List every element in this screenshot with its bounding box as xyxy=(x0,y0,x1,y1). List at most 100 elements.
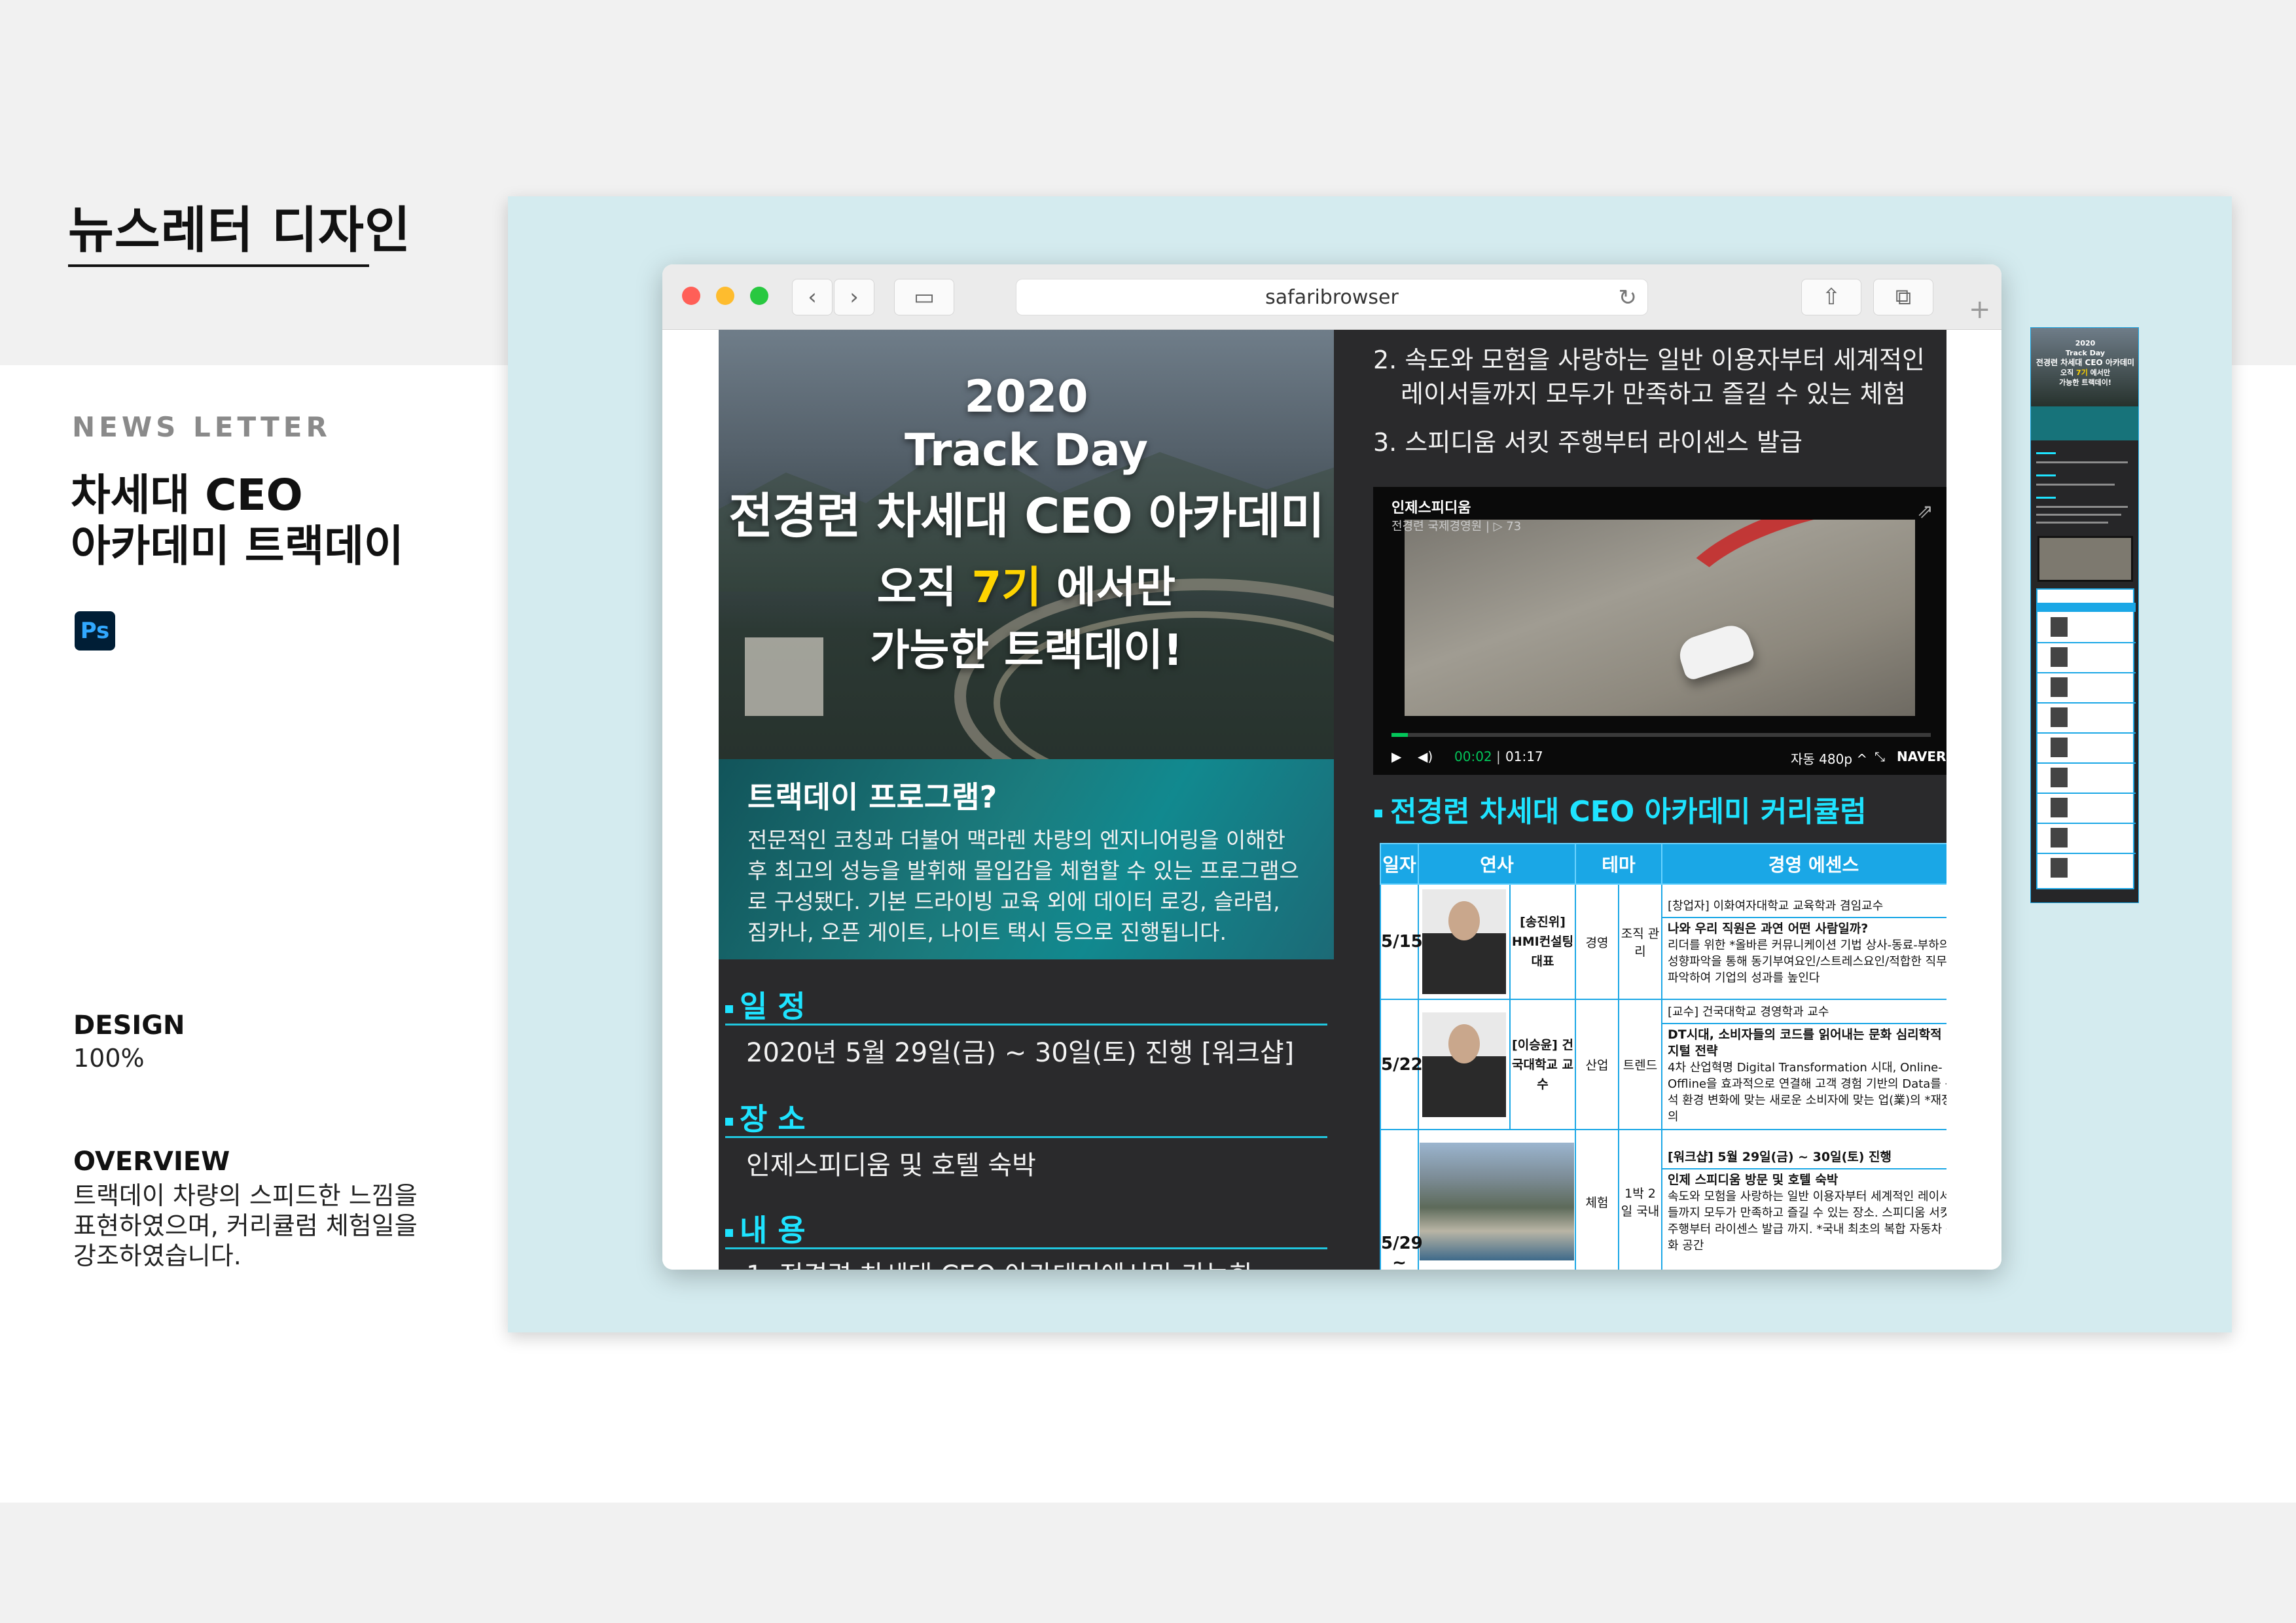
video-channel: 인제스피디움 xyxy=(1391,500,1471,516)
content-text: 1. 전경련 차세대 CEO 아카데미에서만 가능한 xyxy=(746,1254,1253,1270)
thumb-photo xyxy=(2051,858,2068,878)
hero-banner: 2020 Track Day 전경련 차세대 CEO 아카데미 오직 7기 에서… xyxy=(719,330,1334,759)
thumb-rule xyxy=(2036,474,2056,476)
row-description: [교수] 건국대학교 경영학과 교수 DT시대, 소비자들의 코드를 읽어내는 … xyxy=(1661,999,1946,1130)
schedule-heading: 일 정 xyxy=(725,983,806,1026)
header-essence: 경영 에센스 xyxy=(1661,843,1946,885)
fullscreen-icon[interactable]: ⤡ xyxy=(1874,749,1885,764)
schedule-rule xyxy=(725,1024,1327,1026)
thumb-row xyxy=(2037,762,2136,764)
row-topic: 1박 2일 국내 xyxy=(1618,1129,1662,1270)
row-desc-head: [창업자] 이화여자대학교 교육학과 겸임교수 xyxy=(1668,899,1884,913)
content-item-2-cont: 레이서들까지 모두가 만족하고 즐길 수 있는 체험 xyxy=(1401,380,1906,408)
row-topic: 조직 관리 xyxy=(1618,883,1662,1000)
page-heading: 뉴스레터 디자인 xyxy=(68,201,411,259)
newsletter: 2020 Track Day 전경련 차세대 CEO 아카데미 오직 7기 에서… xyxy=(719,330,1946,1270)
volume-icon[interactable]: ◀) xyxy=(1418,749,1433,764)
video-current-time: 00:02 xyxy=(1454,749,1492,764)
thumb-rule xyxy=(2036,506,2128,508)
heading-underline xyxy=(68,264,369,267)
content-rule xyxy=(725,1247,1327,1249)
chevron-left-icon: ‹ xyxy=(808,284,817,310)
venue-text: 인제스피디움 및 호텔 숙박 xyxy=(746,1150,1036,1181)
thumb-sub-accent: 7기 xyxy=(2076,368,2088,377)
close-window-button[interactable] xyxy=(682,287,700,305)
row-theme: 경영 xyxy=(1575,883,1619,1000)
thumb-title: 전경련 차세대 CEO 아카데미 xyxy=(2036,358,2135,367)
video-progress-bar[interactable] xyxy=(1391,733,1931,737)
video-frame[interactable] xyxy=(1405,520,1915,716)
quality-selector[interactable]: 자동 480p ^ xyxy=(1791,749,1867,768)
share-button[interactable]: ⇧ xyxy=(1801,279,1861,315)
venue-photo xyxy=(1418,1129,1576,1270)
reload-icon[interactable]: ↻ xyxy=(1619,285,1638,311)
content-item-2: 2. 속도와 모험을 사랑하는 일반 이용자부터 세계적인 xyxy=(1373,346,1925,374)
video-controls: ▶ ◀) 00:02 | 01:17 자동 480p ^ ⤡ NAVER xyxy=(1391,749,1946,768)
thumb-row xyxy=(2037,702,2136,704)
chevron-right-icon: › xyxy=(850,284,859,310)
thumb-sub-suffix: 에서만 xyxy=(2087,368,2111,377)
program-section: 트랙데이 프로그램? 전문적인 코칭과 더불어 맥라렌 차량의 엔지니어링을 이… xyxy=(719,759,1334,959)
thumb-row xyxy=(2037,853,2136,854)
thumb-year: 2020 xyxy=(2075,339,2096,348)
new-tab-button[interactable]: + xyxy=(1969,294,1991,325)
speaker-photo-image xyxy=(1422,1012,1506,1117)
project-title-line2: 아카데미 트랙데이 xyxy=(71,521,404,571)
content-item-3: 3. 스피디움 서킷 주행부터 라이센스 발급 xyxy=(1373,428,1803,457)
row-speaker: [이승윤] 건국대학교 교수 xyxy=(1509,999,1576,1130)
thumb-photo xyxy=(2051,677,2068,697)
curriculum-heading: 전경련 차세대 CEO 아카데미 커리큘럼 xyxy=(1374,788,1867,830)
header-speaker: 연사 xyxy=(1418,843,1576,885)
row-topic: 트렌드 xyxy=(1618,999,1662,1130)
row-description: [워크샵] 5월 29일(금) ~ 30일(토) 진행 인제 스피디움 방문 및… xyxy=(1661,1129,1946,1270)
row-speaker: [송진위] HMI컨설팅 대표 xyxy=(1509,883,1576,1000)
browser-toolbar: ‹ › ▭ safaribrowser ↻ ⇧ ⧉ + xyxy=(662,264,2001,330)
table-row: 5/29 ~ 체험 1박 2일 국내 [워크샵] 5월 29일(금) ~ 30일… xyxy=(1380,1129,1946,1270)
sidebar-button[interactable]: ▭ xyxy=(894,279,954,315)
tabs-icon: ⧉ xyxy=(1895,284,1912,310)
schedule-text: 2020년 5월 29일(금) ~ 30일(토) 진행 [워크샵] xyxy=(746,1038,1295,1068)
share-icon: ⇧ xyxy=(1821,284,1841,310)
design-label: DESIGN xyxy=(73,1010,185,1041)
thumb-photo xyxy=(2051,647,2068,667)
back-button[interactable]: ‹ xyxy=(792,279,833,315)
row-desc-body: 속도와 모험을 사랑하는 일반 이용자부터 세계적인 레이서들까지 모두가 만족… xyxy=(1668,1190,1946,1253)
video-progress-fill xyxy=(1391,733,1408,737)
program-title: 트랙데이 프로그램? xyxy=(747,779,997,815)
address-bar[interactable]: safaribrowser ↻ xyxy=(1016,279,1648,315)
browser-viewport[interactable]: 2020 Track Day 전경련 차세대 CEO 아카데미 오직 7기 에서… xyxy=(662,330,2001,1270)
forward-button[interactable]: › xyxy=(834,279,874,315)
maximize-window-button[interactable] xyxy=(750,287,768,305)
thumb-table xyxy=(2036,588,2136,889)
thumb-video xyxy=(2037,536,2133,582)
venue-rule xyxy=(725,1136,1327,1138)
share-icon[interactable]: ⇗ xyxy=(1917,500,1933,523)
content-heading: 내 용 xyxy=(725,1207,806,1250)
tabs-button[interactable]: ⧉ xyxy=(1873,279,1933,315)
row-date: 5/15 xyxy=(1380,883,1423,1000)
row-description: [창업자] 이화여자대학교 교육학과 겸임교수 나와 우리 직원은 과연 어떤 … xyxy=(1661,883,1946,1000)
row-theme: 산업 xyxy=(1575,999,1619,1130)
table-row: 5/15 [송진위] HMI컨설팅 대표 경영 조직 관리 [창업자] 이화여자… xyxy=(1380,883,1946,1000)
video-player[interactable]: 인제스피디움 전경련 국제경영원 | ▷ 73 ⇗ ▶ ◀) 00:02 | 0… xyxy=(1373,487,1946,775)
thumb-sub-prefix: 오직 xyxy=(2060,368,2077,377)
play-icon[interactable]: ▶ xyxy=(1391,749,1401,764)
thumb-photo xyxy=(2051,738,2068,757)
thumb-rule xyxy=(2036,452,2056,454)
thumb-photo xyxy=(2051,617,2068,637)
header-date: 일자 xyxy=(1380,843,1419,885)
row-date: 5/22 xyxy=(1380,999,1423,1130)
newsletter-thumbnail: 2020 Track Day 전경련 차세대 CEO 아카데미 오직 7기 에서… xyxy=(2030,327,2139,903)
content-list: 2. 속도와 모험을 사랑하는 일반 이용자부터 세계적인 레이서들까지 모두가… xyxy=(1373,343,1936,459)
row-desc-title: 인제 스피디움 방문 및 호텔 숙박 xyxy=(1668,1173,1839,1187)
thumb-photo xyxy=(2051,828,2068,847)
eyebrow-label: NEWS LETTER xyxy=(72,411,331,443)
preview-stage: ‹ › ▭ safaribrowser ↻ ⇧ ⧉ + 2020 Track D… xyxy=(508,196,2232,1332)
minimize-window-button[interactable] xyxy=(716,287,734,305)
naver-logo: NAVER xyxy=(1897,749,1946,764)
thumb-rule xyxy=(2036,497,2056,499)
project-title-line1: 차세대 CEO xyxy=(71,470,303,520)
photoshop-icon: Ps xyxy=(75,611,115,651)
curriculum-table: 일자 연사 테마 경영 에센스 5/15 [송진위] HMI컨설팅 대표 경영 xyxy=(1380,843,1946,1270)
thumb-rule xyxy=(2036,484,2115,486)
